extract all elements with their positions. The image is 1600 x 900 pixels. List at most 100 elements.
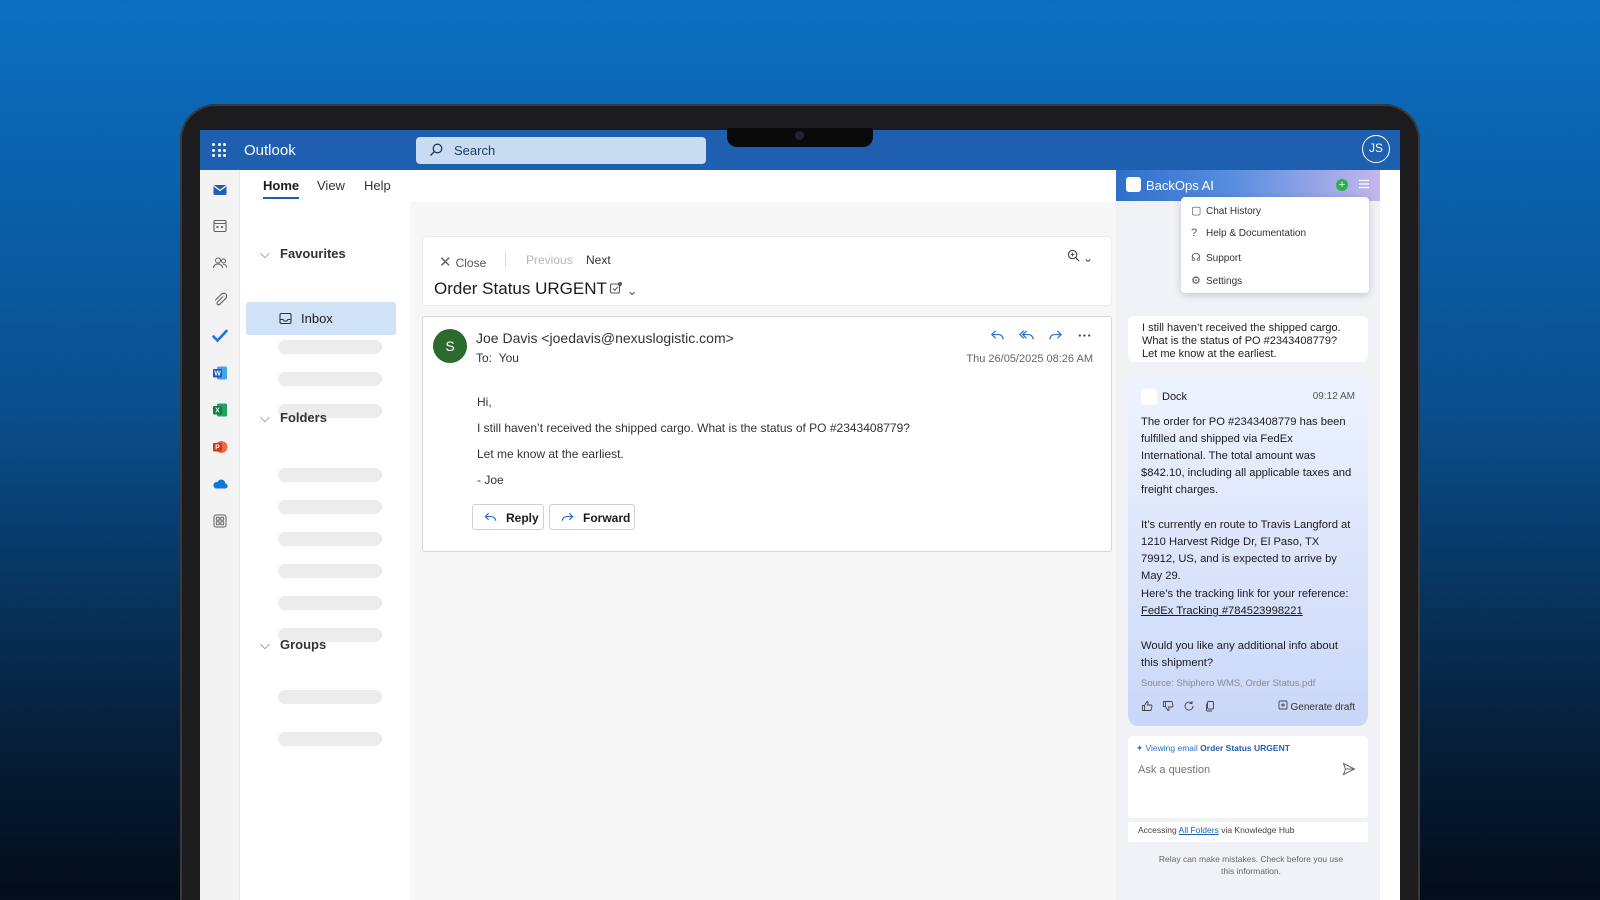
favourites-header[interactable]: ⌵ Favourites [260, 246, 346, 262]
forward-button[interactable]: Forward [549, 504, 635, 530]
loading-placeholder [278, 532, 382, 546]
people-icon[interactable] [212, 255, 228, 271]
groups-header[interactable]: ⌵ Groups [260, 637, 326, 653]
ai-panel-title: BackOps AI [1146, 178, 1214, 193]
attachment-icon[interactable] [212, 292, 228, 308]
sensitivity-button[interactable]: ⌄ [609, 281, 638, 299]
chevron-down-icon: ⌄ [1082, 251, 1093, 265]
settings-icon: ⚙ [1191, 275, 1201, 287]
tracking-link[interactable]: FedEx Tracking #784523998221 [1141, 603, 1356, 620]
ai-menu-dropdown: ▢ Chat History ? Help & Documentation ☊ Sup… [1181, 197, 1369, 293]
regenerate-icon[interactable] [1183, 700, 1195, 712]
onedrive-icon[interactable] [212, 476, 228, 492]
accessing-prefix: Accessing [1138, 825, 1177, 835]
ask-input[interactable]: Ask a question [1138, 764, 1210, 776]
todo-icon[interactable] [212, 328, 228, 344]
loading-placeholder [278, 732, 382, 746]
assistant-paragraph: It’s currently en route to Travis Langfo… [1141, 519, 1351, 582]
camera-icon [795, 131, 804, 140]
message-actions [989, 327, 1093, 344]
folders-header[interactable]: ⌵ Folders [260, 410, 327, 426]
sender-avatar[interactable]: S [433, 329, 467, 363]
tab-view[interactable]: View [317, 178, 345, 193]
assistant-message: Dock 09:12 AM The order for PO #23434087… [1128, 376, 1368, 726]
support-icon: ☊ [1191, 252, 1201, 264]
menu-item-chat-history[interactable]: ▢ Chat History [1191, 204, 1261, 217]
powerpoint-icon[interactable]: P [212, 439, 228, 455]
chevron-down-icon: ⌄ [626, 283, 638, 298]
hamburger-menu-icon[interactable] [1358, 178, 1370, 190]
thumbs-down-icon[interactable] [1162, 700, 1174, 712]
svg-text:P: P [215, 445, 220, 452]
excel-icon[interactable]: X [212, 402, 228, 418]
folders-label: Folders [280, 410, 327, 425]
viewing-subject: Order Status URGENT [1200, 743, 1290, 753]
mail-icon[interactable] [212, 182, 228, 198]
folder-inbox[interactable]: Inbox [246, 302, 396, 335]
send-icon[interactable] [1342, 762, 1356, 776]
camera-notch [727, 128, 873, 147]
ribbon: Home View Help [240, 170, 1116, 202]
close-label: Close [455, 256, 487, 270]
sender-name[interactable]: Joe Davis <joedavis@nexuslogistic.com> [476, 330, 734, 346]
loading-placeholder [278, 468, 382, 482]
close-button[interactable]: ✕ Close [439, 253, 486, 271]
all-folders-link[interactable]: All Folders [1179, 825, 1219, 835]
body-line: I still haven’t received the shipped car… [477, 421, 910, 435]
app-launcher-icon[interactable] [212, 143, 226, 157]
ask-box: ✦ Viewing email Order Status URGENT Ask … [1128, 736, 1368, 818]
reply-icon[interactable] [989, 327, 1006, 344]
zoom-icon [1067, 249, 1080, 262]
help-icon: ? [1191, 227, 1198, 239]
previous-button[interactable]: Previous [526, 253, 573, 267]
loading-placeholder [278, 500, 382, 514]
next-button[interactable]: Next [586, 253, 611, 267]
svg-text:X: X [215, 408, 220, 415]
reply-button[interactable]: Reply [472, 504, 544, 530]
folder-pane: ⌵ Favourites Inbox ⌵ Folders ⌵ Groups [240, 202, 410, 900]
user-message: I still haven’t received the shipped car… [1128, 316, 1368, 362]
forward-icon[interactable] [1047, 327, 1064, 344]
backops-logo-icon [1126, 177, 1141, 192]
reply-all-icon[interactable] [1018, 327, 1035, 344]
more-apps-icon[interactable] [212, 513, 228, 529]
word-icon[interactable]: W [212, 365, 228, 381]
close-icon: ✕ [439, 254, 452, 271]
viewing-context: ✦ Viewing email Order Status URGENT [1136, 743, 1290, 754]
generate-draft-label: Generate draft [1290, 702, 1355, 713]
menu-item-label: Support [1206, 253, 1242, 264]
draft-icon [1278, 700, 1288, 710]
menu-item-support[interactable]: ☊ Support [1191, 251, 1241, 264]
assistant-paragraph: Here’s the tracking link for your refere… [1141, 588, 1349, 600]
menu-item-help[interactable]: ? Help & Documentation [1191, 227, 1306, 239]
accessing-suffix: via Knowledge Hub [1221, 825, 1295, 835]
loading-placeholder [278, 690, 382, 704]
user-avatar[interactable]: JS [1362, 135, 1390, 163]
copy-icon[interactable] [1204, 700, 1216, 712]
groups-label: Groups [280, 637, 327, 652]
new-chat-button[interactable]: + [1336, 179, 1348, 191]
thumbs-up-icon[interactable] [1141, 700, 1153, 712]
search-input[interactable]: Search [416, 137, 706, 164]
search-icon [430, 143, 443, 156]
calendar-icon[interactable] [212, 218, 228, 234]
chevron-down-icon: ⌵ [260, 410, 270, 425]
email-date: Thu 26/05/2025 08:26 AM [966, 353, 1093, 365]
feedback-actions [1141, 700, 1216, 712]
svg-text:W: W [214, 371, 221, 378]
ai-panel: BackOps AI + ▢ Chat History ? Help & Docum… [1116, 170, 1380, 900]
generate-draft-button[interactable]: Generate draft [1278, 700, 1355, 713]
reply-label: Reply [506, 511, 539, 525]
loading-placeholder [278, 372, 382, 386]
tab-home[interactable]: Home [263, 178, 300, 199]
forward-icon [561, 512, 574, 521]
divider [505, 251, 506, 267]
tab-help[interactable]: Help [364, 178, 391, 193]
zoom-button[interactable]: ⌄ [1067, 249, 1093, 265]
menu-item-settings[interactable]: ⚙ Settings [1191, 274, 1242, 287]
loading-placeholder [278, 340, 382, 354]
sparkle-icon: ✦ [1136, 743, 1144, 753]
body-line: Let me know at the earliest. [477, 447, 624, 461]
assistant-paragraph: Would you like any additional info about… [1141, 640, 1338, 669]
more-options-icon[interactable] [1076, 327, 1093, 344]
